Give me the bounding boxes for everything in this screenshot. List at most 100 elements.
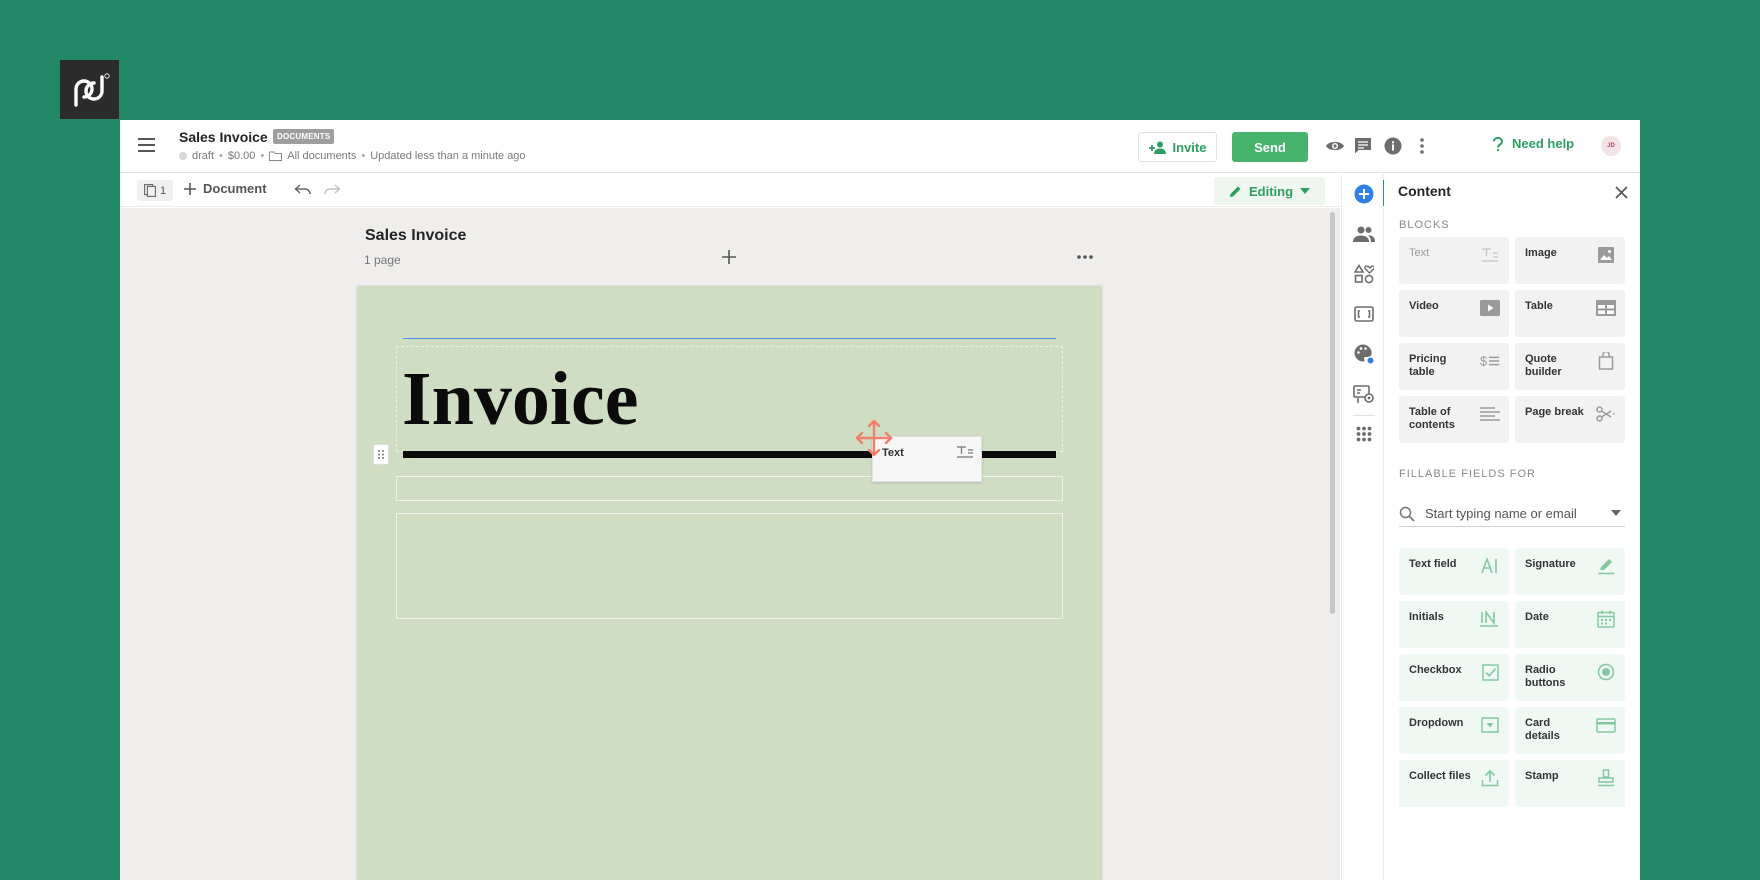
updated-text: Updated less than a minute ago [370,150,526,162]
block-tile-page-break[interactable]: Page break [1515,396,1625,443]
canvas-page-count: 1 page [364,253,401,267]
search-icon [1399,506,1415,522]
block-tile-table[interactable]: Table [1515,290,1625,337]
editing-mode-dropdown[interactable]: Editing [1214,177,1325,205]
document-page[interactable]: Invoice [357,286,1102,880]
documents-badge: DOCUMENTS [273,129,335,144]
preview-eye-icon[interactable] [1324,135,1346,157]
invite-label: Invite [1172,139,1207,155]
field-label: Card details [1525,717,1560,742]
add-person-icon [1148,141,1166,154]
field-tile-text-field[interactable]: Text field [1399,548,1509,595]
table-icon [1596,298,1616,318]
field-tile-dropdown[interactable]: Dropdown [1399,707,1509,754]
block-tile-table-of-contents[interactable]: Table of contents [1399,396,1509,443]
add-content-icon[interactable] [1353,183,1375,205]
add-document-button[interactable]: Document [184,181,267,196]
block-drag-handle-icon[interactable] [373,444,389,465]
pages-button[interactable]: 1 [137,180,173,201]
info-icon[interactable] [1382,135,1404,157]
stamp-icon [1596,768,1616,788]
field-label: Checkbox [1409,664,1462,676]
upload-icon [1480,768,1500,788]
folder-icon [269,151,283,161]
redo-icon[interactable] [323,183,341,197]
field-tile-card-details[interactable]: Card details [1515,707,1625,754]
block-tile-text[interactable]: Text [1399,237,1509,284]
theme-palette-icon[interactable] [1353,343,1375,365]
field-tile-signature[interactable]: Signature [1515,548,1625,595]
checkbox-icon [1480,662,1500,682]
pricing-settings-icon[interactable] [1353,383,1375,405]
recipient-placeholder: Start typing name or email [1425,506,1577,521]
comments-icon[interactable] [1352,135,1374,157]
help-label: Need help [1512,136,1575,151]
block-label: Text [1409,247,1430,259]
dragged-text-block[interactable]: Text [872,436,982,482]
block-label: Page break [1525,406,1584,418]
quote-builder-icon [1596,351,1616,371]
undo-icon[interactable] [294,183,312,197]
block-tile-quote-builder[interactable]: Quote builder [1515,343,1625,390]
field-tile-date[interactable]: Date [1515,601,1625,648]
dropdown-icon [1480,715,1500,735]
initials-icon [1480,609,1500,629]
field-label: Initials [1409,611,1444,623]
field-tile-stamp[interactable]: Stamp [1515,760,1625,807]
block-label: Image [1525,247,1557,259]
editing-label: Editing [1248,183,1294,199]
meta-separator: • [219,150,223,162]
field-tile-radio-buttons[interactable]: Radio buttons [1515,654,1625,701]
close-icon[interactable] [1615,186,1628,199]
calendar-icon [1596,609,1616,629]
page-count: 1 [159,184,167,197]
text-block-icon [1480,245,1500,265]
add-page-plus-icon[interactable] [720,248,738,266]
pencil-icon [1229,186,1241,197]
embed-frame-icon[interactable] [1353,303,1375,325]
recipient-search-input[interactable]: Start typing name or email [1399,501,1625,527]
need-help-link[interactable]: Need help [1492,136,1574,151]
block-label: Video [1409,300,1439,312]
field-label: Collect files [1409,770,1471,782]
field-label: Signature [1525,558,1576,570]
content-panel: Content BLOCKS Text Image Video Table Pr… [1384,174,1640,880]
dragged-block-label: Text [882,447,904,459]
plus-icon [184,182,196,195]
recipients-icon[interactable] [1353,223,1375,245]
field-tile-checkbox[interactable]: Checkbox [1399,654,1509,701]
block-label: Pricing table [1409,353,1447,378]
more-vertical-icon[interactable] [1411,135,1433,157]
invoice-heading[interactable]: Invoice [402,361,638,437]
chevron-down-icon[interactable] [1611,510,1621,516]
canvas-document-title: Sales Invoice [365,227,467,244]
apps-grid-icon[interactable] [1353,423,1375,445]
block-tile-image[interactable]: Image [1515,237,1625,284]
user-avatar[interactable]: JD [1601,136,1621,156]
blocks-section-label: BLOCKS [1399,219,1450,231]
card-icon [1596,715,1616,735]
folder-link[interactable]: All documents [287,150,356,162]
block-label: Table [1525,300,1553,312]
field-label: Date [1525,611,1549,623]
pricing-table-icon: $ [1480,351,1500,371]
pages-icon [143,184,156,197]
block-tile-video[interactable]: Video [1399,290,1509,337]
canvas-scrollbar[interactable] [1330,212,1335,614]
image-icon [1596,245,1616,265]
field-label: Radio buttons [1525,664,1566,689]
field-tile-collect-files[interactable]: Collect files [1399,760,1509,807]
block-tile-pricing-table[interactable]: Pricing table $ [1399,343,1509,390]
send-button[interactable]: Send [1232,132,1308,162]
shapes-icon[interactable] [1353,263,1375,285]
page-more-icon[interactable] [1075,248,1095,266]
invite-button[interactable]: Invite [1138,132,1217,162]
document-canvas: Sales Invoice 1 page Invoice [120,208,1340,880]
document-title[interactable]: Sales Invoice [179,129,268,145]
meta-separator: • [361,150,366,162]
editor-window: Sales Invoice DOCUMENTS draft • $0.00 • … [120,120,1640,880]
empty-content-block[interactable] [396,513,1063,619]
field-tile-initials[interactable]: Initials [1399,601,1509,648]
menu-icon[interactable] [138,138,155,152]
top-header: Sales Invoice DOCUMENTS draft • $0.00 • … [120,120,1640,173]
